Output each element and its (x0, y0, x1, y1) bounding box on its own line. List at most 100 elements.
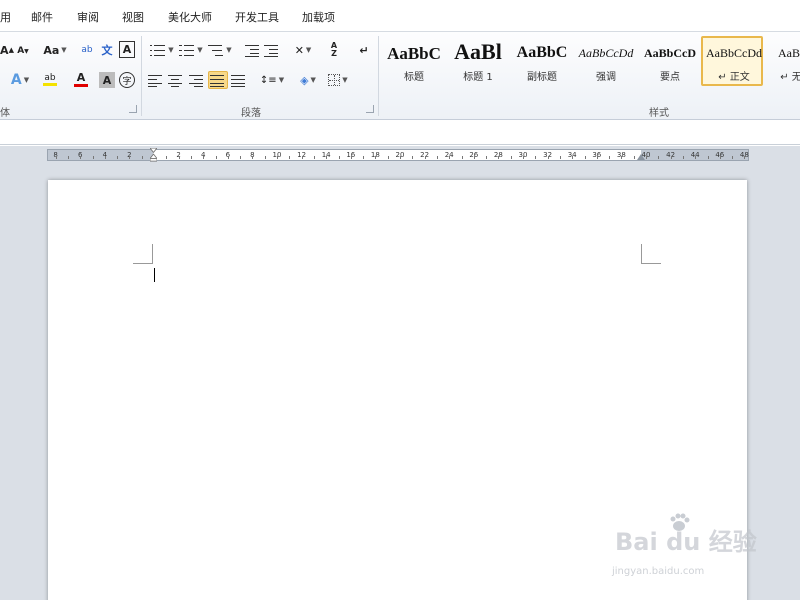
ruler-tick (523, 156, 524, 159)
tab-beautify-master[interactable]: 美化大师 (168, 9, 212, 25)
sort-button[interactable]: A Z (325, 41, 343, 59)
bullets-button[interactable]: ▼ (149, 42, 175, 58)
numbering-button[interactable]: ▼ (178, 42, 204, 58)
style-preview: AaBbCcDd (578, 46, 634, 60)
ruler-tick (584, 156, 586, 159)
ruler-tick (104, 156, 106, 159)
show-marks-button[interactable]: ↵ (356, 42, 372, 58)
char-border-button[interactable]: A (119, 41, 135, 58)
align-left-button[interactable] (148, 72, 164, 88)
horizontal-ruler[interactable]: 8 6 4 2 2 4 6 8 10 12 14 16 18 20 22 24 26 28 30 32 34 36 38 40… (47, 148, 749, 162)
tab-developer[interactable]: 开发工具 (235, 9, 279, 25)
align-center-button[interactable] (168, 72, 184, 88)
decrease-indent-icon (245, 43, 261, 57)
style-heading-1[interactable]: AaBl 标题 1 (447, 36, 509, 86)
style-title[interactable]: AaBbC 标题 (383, 36, 445, 86)
ruler-tick (609, 156, 611, 159)
align-left-icon (148, 73, 164, 87)
ruler-tick (744, 156, 746, 159)
ruler-tick (436, 156, 438, 159)
style-no-spacing[interactable]: AaBbC ↵ 无间 (765, 36, 800, 86)
ruler-tick (387, 156, 389, 159)
tab-mailings[interactable]: 邮件 (31, 9, 53, 25)
ruler-tick (252, 156, 254, 159)
phonetic-guide-button[interactable]: 文 (98, 42, 116, 58)
tab-addins[interactable]: 加载项 (302, 9, 335, 25)
multilevel-list-icon (208, 43, 224, 57)
style-preview: AaBl (454, 39, 502, 64)
shrink-font-button[interactable]: A ▼ (16, 44, 30, 58)
style-preview: AaBbC (778, 46, 800, 60)
ruler-tick (424, 156, 426, 159)
font-dialog-launcher[interactable] (129, 105, 137, 113)
ruler-tick (363, 156, 365, 159)
clear-format-icon: ab (81, 45, 93, 55)
ruler-tick (178, 156, 180, 159)
align-right-button[interactable] (189, 72, 205, 88)
decrease-indent-button[interactable] (244, 42, 262, 58)
numbering-icon (179, 43, 195, 57)
ribbon-spacer (0, 121, 800, 145)
styles-gallery: AaBbC 标题 AaBl 标题 1 AaBbC 副标题 AaBbCcDd 强调… (383, 36, 800, 88)
distributed-icon (231, 73, 247, 87)
document-workspace: 8 6 4 2 2 4 6 8 10 12 14 16 18 20 22 24 26 28 30 32 34 36 38 40… (0, 146, 800, 600)
justify-button[interactable] (208, 71, 228, 89)
distributed-button[interactable] (231, 72, 247, 88)
style-preview: AaBbC (516, 44, 568, 61)
paragraph-dialog-launcher[interactable] (366, 105, 374, 113)
style-emphasis[interactable]: AaBbCcDd 强调 (575, 36, 637, 86)
change-case-button[interactable]: Aa ▼ (42, 42, 68, 58)
ruler-tick (473, 156, 475, 159)
ruler-tick (449, 156, 451, 159)
ruler-tick (486, 156, 488, 159)
grow-font-button[interactable]: A ▲ (0, 42, 14, 58)
highlight-button[interactable]: ab (36, 70, 64, 88)
line-spacing-icon: ↕≡ (259, 74, 277, 86)
shading-button[interactable]: ◈ ▼ (295, 72, 321, 88)
ribbon: A ▲ A ▼ Aa ▼ ab 文 A A ▼ ab A A 字 体 ▼ ▼ ▼… (0, 32, 800, 120)
increase-indent-icon (264, 43, 280, 57)
menu-tab-bar: 用 邮件 审阅 视图 美化大师 开发工具 加载项 (0, 0, 800, 32)
watermark-url: jingyan.baidu.com (612, 566, 705, 577)
align-right-icon (189, 73, 205, 87)
enclose-char-button[interactable]: 字 (119, 72, 135, 88)
ruler-tick (633, 156, 635, 159)
style-subtitle[interactable]: AaBbC 副标题 (511, 36, 573, 86)
watermark-brand: Bai du 经验 (615, 528, 757, 556)
margin-corner-top-right (641, 244, 661, 264)
borders-button[interactable]: ▼ (325, 72, 351, 88)
paint-bucket-icon: ◈ (300, 73, 309, 87)
styles-group-label: 样式 (649, 108, 669, 119)
ruler-left-margin (48, 150, 153, 160)
ruler-tick (240, 156, 242, 159)
style-preview: AaBbCcDd (706, 46, 762, 60)
style-normal[interactable]: AaBbCcDd ↵ 正文 (701, 36, 763, 86)
style-strong[interactable]: AaBbCcD 要点 (639, 36, 701, 86)
borders-icon (328, 74, 341, 86)
ruler-tick (313, 156, 315, 159)
style-preview: AaBbCcD (643, 46, 696, 60)
ruler-tick (412, 156, 414, 159)
indent-marker[interactable] (150, 148, 157, 162)
multilevel-list-button[interactable]: ▼ (207, 42, 233, 58)
ruler-tick (264, 156, 266, 159)
tab-review[interactable]: 审阅 (77, 9, 99, 25)
text-cursor (154, 268, 155, 282)
ruler-tick (719, 156, 721, 159)
ruler-tick (400, 156, 401, 159)
right-indent-marker[interactable] (637, 154, 645, 160)
line-spacing-button[interactable]: ↕≡ ▼ (259, 72, 285, 88)
tab-view[interactable]: 视图 (122, 9, 144, 25)
clear-format-button[interactable]: ab (79, 42, 95, 58)
ruler-tick (646, 156, 647, 159)
tab-reference[interactable]: 用 (0, 9, 11, 25)
ruler-tick (707, 156, 709, 159)
style-label: 强调 (596, 72, 616, 83)
chinese-layout-button[interactable]: ✕ ▼ (290, 42, 316, 58)
ruler-tick (461, 156, 463, 159)
text-effect-button[interactable]: A ▼ (8, 72, 32, 88)
font-color-button[interactable]: A (67, 70, 95, 88)
increase-indent-button[interactable] (263, 42, 281, 58)
justify-icon (210, 73, 226, 87)
char-shading-button[interactable]: A (99, 72, 115, 88)
